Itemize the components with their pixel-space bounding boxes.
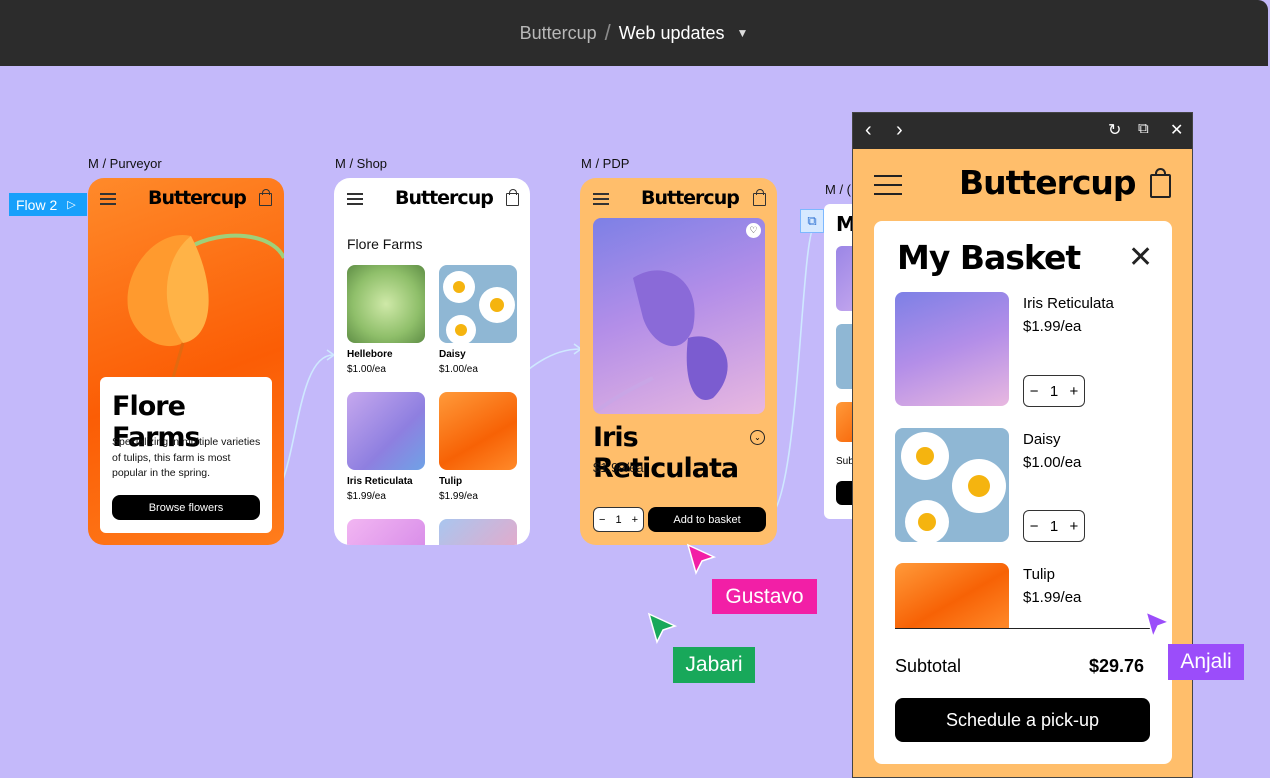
- item-name: Iris Reticulata: [1023, 295, 1114, 312]
- hellebore-image[interactable]: [347, 265, 425, 343]
- quantity-stepper[interactable]: − 1 +: [1023, 375, 1085, 407]
- file-name[interactable]: Web updates: [619, 23, 725, 44]
- item-price: $1.00/ea: [1023, 454, 1082, 471]
- divider: [895, 628, 1150, 629]
- add-to-basket-button[interactable]: Add to basket: [648, 507, 766, 532]
- brand-logo: Buttercup: [641, 187, 740, 209]
- quantity-value: 1: [1049, 517, 1059, 535]
- item-name: Daisy: [1023, 431, 1061, 448]
- restart-icon[interactable]: ↻: [1108, 120, 1121, 140]
- basket-panel: My Basket ✕ Iris Reticulata $1.99/ea − 1…: [874, 221, 1172, 764]
- iris-thumbnail: [895, 292, 1009, 406]
- open-external-icon[interactable]: ⧉: [1138, 120, 1149, 137]
- basket-title: My Basket: [897, 238, 1081, 277]
- shopping-bag-icon[interactable]: [506, 189, 519, 206]
- quantity-value: 1: [1049, 382, 1059, 400]
- iris-hero-image: ♡: [593, 218, 765, 414]
- collaborator-tag: Gustavo: [712, 579, 817, 614]
- cursor-pointer-icon: [1144, 610, 1172, 640]
- hamburger-menu-icon[interactable]: [593, 193, 609, 205]
- breadcrumb-separator: /: [604, 20, 611, 45]
- quantity-stepper[interactable]: − 1 +: [593, 507, 644, 532]
- forward-icon[interactable]: ›: [896, 119, 903, 142]
- product-price: $1.00/ea: [347, 364, 386, 375]
- cursor-pointer-icon: [647, 612, 678, 645]
- tulip-image[interactable]: [439, 392, 517, 470]
- quantity-stepper[interactable]: − 1 +: [1023, 510, 1085, 542]
- item-price: $1.99/ea: [1023, 318, 1082, 335]
- product-price: $1.99/ea: [439, 491, 478, 502]
- project-name[interactable]: Buttercup: [520, 23, 597, 44]
- browse-flowers-button[interactable]: Browse flowers: [112, 495, 260, 520]
- farm-info-card: Flore Farms Specializing in multiple var…: [100, 377, 272, 533]
- plus-icon[interactable]: +: [1070, 518, 1079, 535]
- farm-description: Specializing in multiple varieties of tu…: [112, 436, 261, 479]
- product-price: $1.00/ea: [439, 364, 478, 375]
- tulip-thumbnail: [895, 563, 1009, 629]
- iris-image[interactable]: [347, 392, 425, 470]
- prototype-preview-window[interactable]: ‹ › ↻ ⧉ ✕ Buttercup My Basket ✕ Iris Ret…: [852, 112, 1193, 778]
- shopping-bag-icon[interactable]: [1150, 168, 1171, 198]
- play-icon: ▷: [67, 199, 76, 211]
- product-name[interactable]: Daisy: [439, 349, 466, 360]
- daisy-thumbnail: [895, 428, 1009, 542]
- close-icon[interactable]: ✕: [1128, 240, 1153, 275]
- minus-icon[interactable]: −: [599, 514, 605, 526]
- item-price: $1.99/ea: [1023, 589, 1082, 606]
- preview-toolbar: ‹ › ↻ ⧉ ✕: [853, 113, 1192, 149]
- close-icon[interactable]: ✕: [1170, 120, 1183, 140]
- hamburger-menu-icon[interactable]: [874, 175, 902, 195]
- product-image[interactable]: [439, 519, 517, 545]
- quantity-value: 1: [615, 513, 622, 526]
- flow-starting-point[interactable]: Flow 2 ▷: [9, 193, 87, 216]
- flow-label: Flow 2: [16, 196, 58, 213]
- cursor-pointer-icon: [686, 543, 717, 576]
- product-name[interactable]: Hellebore: [347, 349, 393, 360]
- subtotal-label: Subtotal: [895, 656, 962, 676]
- chevron-down-icon[interactable]: ▼: [737, 26, 749, 40]
- item-name: Tulip: [1023, 566, 1055, 583]
- product-price: $1.99/ea: [347, 491, 386, 502]
- frame-label-pdp[interactable]: M / PDP: [581, 156, 629, 171]
- overlay-link-icon[interactable]: ⧉: [800, 209, 824, 233]
- frame-shop[interactable]: Buttercup Flore Farms Hellebore $1.00/ea…: [334, 178, 530, 545]
- shop-heading: Flore Farms: [347, 236, 423, 252]
- product-image[interactable]: [347, 519, 425, 545]
- frame-pdp[interactable]: Buttercup ♡ Iris Reticulata ⌄ $1.99/ea −…: [580, 178, 777, 545]
- frame-label-purveyor[interactable]: M / Purveyor: [88, 156, 162, 171]
- daisy-image[interactable]: [439, 265, 517, 343]
- top-toolbar: Buttercup / Web updates ▼: [0, 0, 1268, 66]
- chevron-down-icon[interactable]: ⌄: [750, 430, 765, 445]
- minus-icon[interactable]: −: [1030, 383, 1039, 400]
- collaborator-tag: Anjali: [1168, 644, 1244, 680]
- minus-icon[interactable]: −: [1030, 518, 1039, 535]
- heart-icon[interactable]: ♡: [746, 223, 761, 238]
- frame-purveyor[interactable]: Buttercup Flore Farms Specializing in mu…: [88, 178, 284, 545]
- brand-logo: Buttercup: [148, 187, 247, 209]
- subtotal-value: $29.76: [1089, 656, 1145, 676]
- brand-logo: Buttercup: [395, 187, 494, 209]
- frame-label-partial[interactable]: M / (: [825, 182, 851, 197]
- schedule-pickup-button[interactable]: Schedule a pick-up: [895, 698, 1150, 742]
- product-name[interactable]: Tulip: [439, 476, 462, 487]
- product-price: $1.99/ea: [593, 460, 644, 475]
- back-icon[interactable]: ‹: [865, 119, 872, 142]
- tulip-image: [127, 233, 284, 379]
- hamburger-menu-icon[interactable]: [347, 193, 363, 205]
- shopping-bag-icon[interactable]: [753, 189, 766, 206]
- hamburger-menu-icon[interactable]: [100, 193, 116, 205]
- product-name[interactable]: Iris Reticulata: [347, 476, 413, 487]
- shopping-bag-icon[interactable]: [259, 189, 272, 206]
- plus-icon[interactable]: +: [632, 514, 638, 526]
- collaborator-tag: Jabari: [673, 647, 755, 683]
- plus-icon[interactable]: +: [1070, 383, 1079, 400]
- frame-label-shop[interactable]: M / Shop: [335, 156, 387, 171]
- brand-logo: Buttercup: [959, 163, 1137, 202]
